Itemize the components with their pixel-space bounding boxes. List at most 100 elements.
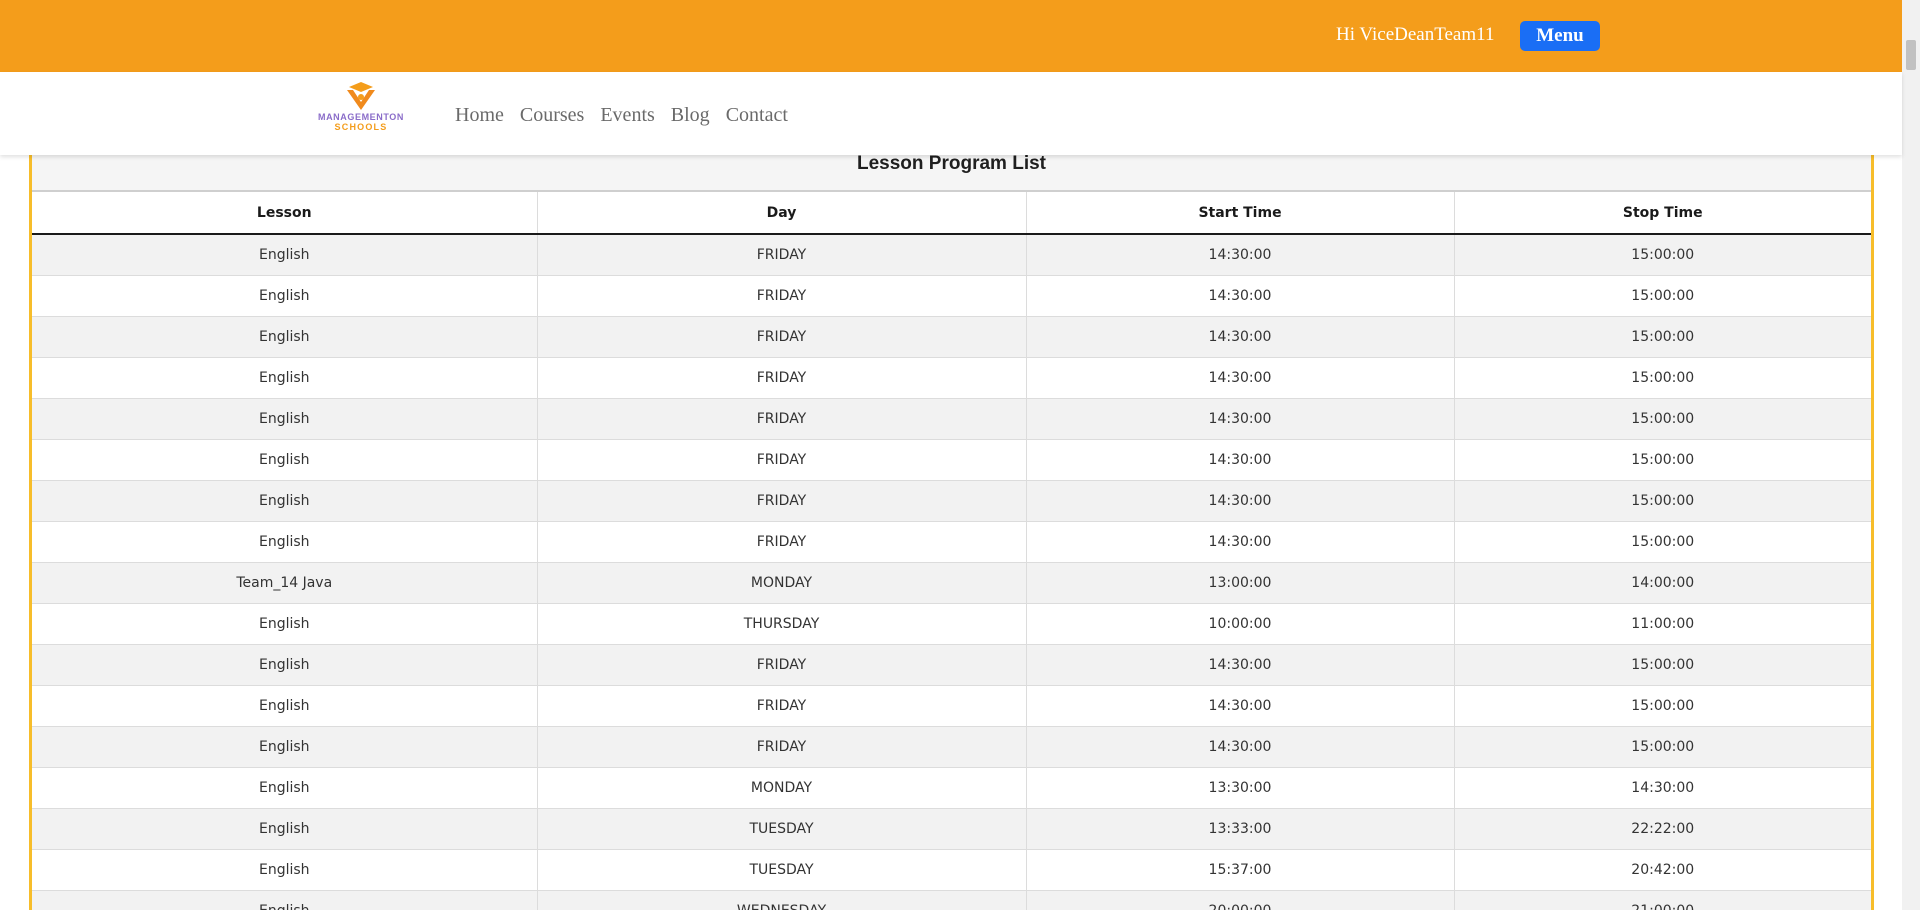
table-row[interactable]: English TUESDAY 15:37:00 20:42:00 bbox=[32, 849, 1871, 891]
cell-stop-time: 14:30:00 bbox=[1454, 767, 1871, 809]
cell-start-time: 14:30:00 bbox=[1026, 685, 1455, 727]
cell-start-time: 14:30:00 bbox=[1026, 316, 1455, 358]
table-row[interactable]: English MONDAY 13:30:00 14:30:00 bbox=[32, 767, 1871, 809]
cell-stop-time: 15:00:00 bbox=[1454, 234, 1871, 276]
table-row[interactable]: English THURSDAY 10:00:00 11:00:00 bbox=[32, 603, 1871, 645]
cell-lesson: English bbox=[32, 849, 538, 891]
cell-day: FRIDAY bbox=[537, 234, 1027, 276]
table-row[interactable]: English FRIDAY 14:30:00 15:00:00 bbox=[32, 398, 1871, 440]
cell-day: FRIDAY bbox=[537, 521, 1027, 563]
cell-lesson: Team_14 Java bbox=[32, 562, 538, 604]
column-header-start-time[interactable]: Start Time bbox=[1026, 192, 1455, 235]
cell-stop-time: 15:00:00 bbox=[1454, 357, 1871, 399]
cell-start-time: 13:00:00 bbox=[1026, 562, 1455, 604]
table-header-row: Lesson Day Start Time Stop Time bbox=[32, 192, 1871, 235]
site-logo[interactable]: MANAGEMENTON SCHOOLS bbox=[306, 80, 416, 144]
table-row[interactable]: English FRIDAY 14:30:00 15:00:00 bbox=[32, 480, 1871, 522]
cell-day: FRIDAY bbox=[537, 644, 1027, 686]
cell-start-time: 15:37:00 bbox=[1026, 849, 1455, 891]
page-scrollbar[interactable] bbox=[1902, 0, 1920, 910]
cell-day: FRIDAY bbox=[537, 316, 1027, 358]
table-row[interactable]: English FRIDAY 14:30:00 15:00:00 bbox=[32, 685, 1871, 727]
cell-stop-time: 14:00:00 bbox=[1454, 562, 1871, 604]
cell-day: FRIDAY bbox=[537, 275, 1027, 317]
cell-start-time: 13:33:00 bbox=[1026, 808, 1455, 850]
main-navbar: MANAGEMENTON SCHOOLS Home Courses Events… bbox=[0, 72, 1902, 155]
cell-stop-time: 15:00:00 bbox=[1454, 439, 1871, 481]
column-header-day[interactable]: Day bbox=[537, 192, 1027, 235]
cell-start-time: 14:30:00 bbox=[1026, 521, 1455, 563]
nav-events[interactable]: Events bbox=[600, 104, 654, 127]
top-bar: Hi ViceDeanTeam11 Menu bbox=[0, 0, 1902, 72]
cell-day: FRIDAY bbox=[537, 480, 1027, 522]
cell-day: FRIDAY bbox=[537, 357, 1027, 399]
table-row[interactable]: English FRIDAY 14:30:00 15:00:00 bbox=[32, 357, 1871, 399]
cell-day: FRIDAY bbox=[537, 726, 1027, 768]
table-row[interactable]: EnglishWEDNESDAY20:00:0021:00:00 bbox=[32, 890, 1871, 910]
menu-button[interactable]: Menu bbox=[1520, 21, 1600, 51]
cell-stop-time: 15:00:00 bbox=[1454, 316, 1871, 358]
cell-lesson: English bbox=[32, 767, 538, 809]
column-header-stop-time[interactable]: Stop Time bbox=[1454, 192, 1871, 235]
table-row[interactable]: English FRIDAY 14:30:00 15:00:00 bbox=[32, 521, 1871, 563]
cell-lesson: English bbox=[32, 316, 538, 358]
cell-stop-time: 20:42:00 bbox=[1454, 849, 1871, 891]
table-row[interactable]: Team_14 Java MONDAY 13:00:00 14:00:00 bbox=[32, 562, 1871, 604]
cell-lesson: English bbox=[32, 480, 538, 522]
logo-text-line2: SCHOOLS bbox=[334, 122, 388, 132]
cell-lesson: English bbox=[32, 234, 538, 276]
cell-lesson: English bbox=[32, 685, 538, 727]
cell-start-time: 14:30:00 bbox=[1026, 644, 1455, 686]
cell-lesson: English bbox=[32, 890, 538, 910]
cell-lesson: English bbox=[32, 357, 538, 399]
cell-day: MONDAY bbox=[537, 767, 1027, 809]
cell-day: TUESDAY bbox=[537, 808, 1027, 850]
nav-contact[interactable]: Contact bbox=[726, 104, 788, 127]
nav-courses[interactable]: Courses bbox=[520, 104, 584, 127]
cell-stop-time: 11:00:00 bbox=[1454, 603, 1871, 645]
table-title: Lesson Program List bbox=[32, 155, 1871, 192]
logo-text-line1: MANAGEMENTON bbox=[317, 112, 405, 122]
table-row[interactable]: English FRIDAY 14:30:00 15:00:00 bbox=[32, 234, 1871, 276]
cell-stop-time: 15:00:00 bbox=[1454, 275, 1871, 317]
table-row[interactable]: English FRIDAY 14:30:00 15:00:00 bbox=[32, 275, 1871, 317]
cell-lesson: English bbox=[32, 644, 538, 686]
cell-start-time: 14:30:00 bbox=[1026, 398, 1455, 440]
cell-start-time: 14:30:00 bbox=[1026, 234, 1455, 276]
cell-lesson: English bbox=[32, 398, 538, 440]
cell-lesson: English bbox=[32, 439, 538, 481]
cell-lesson: English bbox=[32, 603, 538, 645]
table-row[interactable]: English FRIDAY 14:30:00 15:00:00 bbox=[32, 316, 1871, 358]
cell-day: MONDAY bbox=[537, 562, 1027, 604]
cell-day: TUESDAY bbox=[537, 849, 1027, 891]
cell-lesson: English bbox=[32, 726, 538, 768]
cell-day: FRIDAY bbox=[537, 439, 1027, 481]
graduation-cap-logo-icon bbox=[347, 82, 375, 110]
cell-stop-time: 15:00:00 bbox=[1454, 685, 1871, 727]
scrollbar-thumb[interactable] bbox=[1906, 40, 1916, 70]
nav-home[interactable]: Home bbox=[455, 104, 504, 127]
cell-lesson: English bbox=[32, 521, 538, 563]
cell-start-time: 14:30:00 bbox=[1026, 357, 1455, 399]
cell-start-time: 14:30:00 bbox=[1026, 726, 1455, 768]
cell-day: WEDNESDAY bbox=[537, 890, 1027, 910]
cell-day: FRIDAY bbox=[537, 398, 1027, 440]
cell-stop-time: 15:00:00 bbox=[1454, 521, 1871, 563]
cell-stop-time: 22:22:00 bbox=[1454, 808, 1871, 850]
cell-start-time: 10:00:00 bbox=[1026, 603, 1455, 645]
cell-stop-time: 15:00:00 bbox=[1454, 480, 1871, 522]
cell-start-time: 14:30:00 bbox=[1026, 480, 1455, 522]
table-body: English FRIDAY 14:30:00 15:00:00 English FRID… bbox=[32, 234, 1871, 910]
nav-links: Home Courses Events Blog Contact bbox=[455, 104, 788, 127]
cell-stop-time: 21:00:00 bbox=[1454, 890, 1871, 910]
cell-stop-time: 15:00:00 bbox=[1454, 398, 1871, 440]
cell-lesson: English bbox=[32, 275, 538, 317]
table-row[interactable]: English FRIDAY 14:30:00 15:00:00 bbox=[32, 644, 1871, 686]
table-row[interactable]: English TUESDAY 13:33:00 22:22:00 bbox=[32, 808, 1871, 850]
column-header-lesson[interactable]: Lesson bbox=[32, 192, 538, 235]
user-greeting: Hi ViceDeanTeam11 bbox=[1336, 24, 1495, 45]
nav-blog[interactable]: Blog bbox=[671, 104, 710, 127]
table-row[interactable]: English FRIDAY 14:30:00 15:00:00 bbox=[32, 726, 1871, 768]
table-row[interactable]: English FRIDAY 14:30:00 15:00:00 bbox=[32, 439, 1871, 481]
cell-start-time: 14:30:00 bbox=[1026, 439, 1455, 481]
